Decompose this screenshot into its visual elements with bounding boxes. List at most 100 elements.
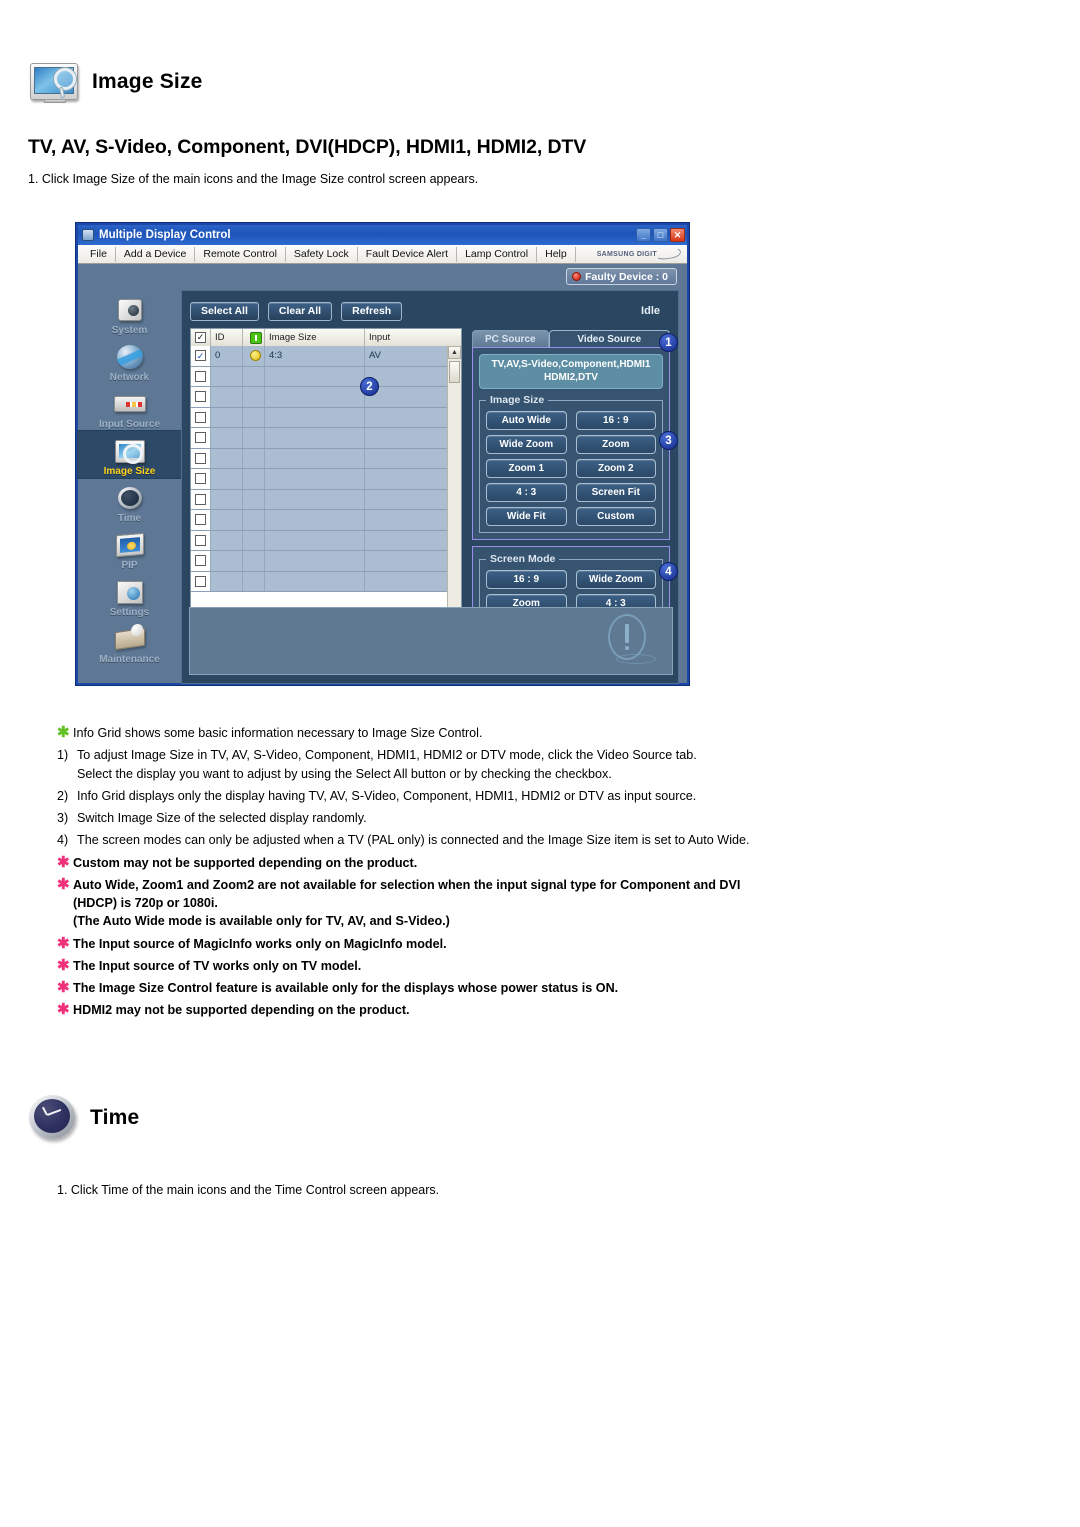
cell-id [211,530,243,550]
grid-vertical-scrollbar[interactable]: ▲ ▼ [447,346,461,626]
row-checkbox[interactable] [191,469,211,489]
sidebar-item-settings[interactable]: Settings [78,572,181,619]
subsection-title: TV, AV, S-Video, Component, DVI(HDCP), H… [28,136,587,158]
sidebar-item-maintenance[interactable]: Maintenance [78,619,181,666]
sidebar-item-label: Input Source [98,419,161,430]
note-text: Info Grid shows some basic information n… [73,726,483,740]
panel-toolbar: Select All Clear All Refresh Idle [190,299,670,323]
tab-pc-source[interactable]: PC Source [472,330,549,347]
table-row[interactable] [191,469,461,490]
row-checkbox[interactable] [191,407,211,427]
zoom-button[interactable]: Zoom [575,435,656,454]
maximize-button[interactable]: □ [653,228,668,242]
clear-all-button[interactable]: Clear All [267,301,333,321]
sidebar-item-label: Network [109,372,150,383]
sidebar-item-system[interactable]: System [78,290,181,337]
menu-item-help[interactable]: Help [537,246,576,262]
scroll-up-arrow-icon[interactable]: ▲ [448,346,461,359]
auto-wide-button[interactable]: Auto Wide [486,411,567,430]
four-three-button[interactable]: 4 : 3 [486,483,567,502]
row-checkbox[interactable] [191,428,211,448]
sidebar-item-image-size[interactable]: Image Size [78,431,181,478]
custom-button[interactable]: Custom [575,507,656,526]
row-checkbox[interactable] [191,366,211,386]
row-checkbox[interactable] [191,530,211,550]
image-size-fieldset: Image Size Auto Wide 16 : 9 Wide Zoom Zo… [479,394,663,533]
table-row[interactable] [191,571,461,592]
note-marker: 4) [57,833,69,848]
pink-asterisk-icon: ✱ [57,1001,70,1019]
zoom-2-button[interactable]: Zoom 2 [575,459,656,478]
table-row[interactable] [191,387,461,408]
note-item: ✱ The Input source of MagicInfo works on… [57,935,787,953]
tab-video-source[interactable]: Video Source [548,330,670,347]
zoom-1-button[interactable]: Zoom 1 [486,459,567,478]
note-text: Custom may not be supported depending on… [73,855,418,870]
note-subtext: (The Auto Wide mode is available only fo… [73,914,450,929]
table-row[interactable] [191,510,461,531]
table-row[interactable] [191,530,461,551]
power-status-icon [243,571,265,591]
note-text: Auto Wide, Zoom1 and Zoom2 are not avail… [73,877,741,910]
refresh-button[interactable]: Refresh [341,301,403,321]
menu-item-fault-device-alert[interactable]: Fault Device Alert [358,246,458,262]
cell-id [211,571,243,591]
menubar: File Add a Device Remote Control Safety … [78,245,687,264]
wide-fit-button[interactable]: Wide Fit [486,507,567,526]
screen-mode-sixteen-nine-button[interactable]: 16 : 9 [486,570,567,589]
image-size-icon [28,60,82,104]
table-row[interactable] [191,489,461,510]
note-text: The screen modes can only be adjusted wh… [77,833,750,848]
cell-id [211,510,243,530]
image-size-icon [111,438,149,465]
table-row[interactable] [191,407,461,428]
row-checkbox[interactable] [191,387,211,407]
power-status-icon [243,448,265,468]
sidebar-item-pip[interactable]: PIP [78,525,181,572]
grid-header-select-all-checkbox[interactable]: ✓ [191,329,211,346]
note-item: ✱ The Input source of TV works only on T… [57,957,787,975]
grid-header-id[interactable]: ID [211,329,243,346]
table-row[interactable] [191,551,461,572]
power-status-icon [243,530,265,550]
close-button[interactable]: ✕ [670,228,685,242]
menu-item-add-a-device[interactable]: Add a Device [116,246,196,262]
sidebar-item-label: Time [117,513,142,524]
table-row[interactable] [191,428,461,449]
sidebar-item-label: System [111,325,148,336]
row-checkbox[interactable] [191,489,211,509]
grid-header-image-size[interactable]: Image Size [265,329,365,346]
row-checkbox[interactable] [191,571,211,591]
sidebar-item-network[interactable]: Network [78,337,181,384]
table-row[interactable] [191,448,461,469]
row-checkbox[interactable] [191,551,211,571]
wide-zoom-button[interactable]: Wide Zoom [486,435,567,454]
menu-item-remote-control[interactable]: Remote Control [195,246,286,262]
source-banner-line-1: TV,AV,S-Video,Component,HDMI1 [491,359,651,370]
row-checkbox[interactable] [191,510,211,530]
row-checkbox[interactable]: ✓ [191,346,211,366]
screen-mode-wide-zoom-button[interactable]: Wide Zoom [575,570,656,589]
sidebar-item-time[interactable]: Time [78,478,181,525]
row-checkbox[interactable] [191,448,211,468]
callout-4: 4 [659,562,678,581]
menu-item-lamp-control[interactable]: Lamp Control [457,246,538,262]
note-text: The Image Size Control feature is availa… [73,981,619,995]
menu-item-file[interactable]: File [82,246,116,262]
minimize-button[interactable]: _ [636,228,651,242]
grid-header-input[interactable]: Input [365,329,461,346]
scrollbar-thumb[interactable] [449,361,460,383]
pink-asterisk-icon: ✱ [57,979,70,996]
screen-fit-button[interactable]: Screen Fit [575,483,656,502]
sidebar-item-input-source[interactable]: Input Source [78,384,181,431]
table-row[interactable]: ✓ 0 4:3 AV [191,346,461,367]
system-icon [111,297,149,324]
menu-item-safety-lock[interactable]: Safety Lock [286,246,358,262]
select-all-button[interactable]: Select All [190,301,259,321]
table-row[interactable] [191,366,461,387]
power-status-icon [243,428,265,448]
note-text: The Input source of TV works only on TV … [73,958,362,973]
cell-image-size [265,428,365,448]
sixteen-nine-button[interactable]: 16 : 9 [575,411,656,430]
faulty-device-badge: Faulty Device : 0 [566,268,677,285]
